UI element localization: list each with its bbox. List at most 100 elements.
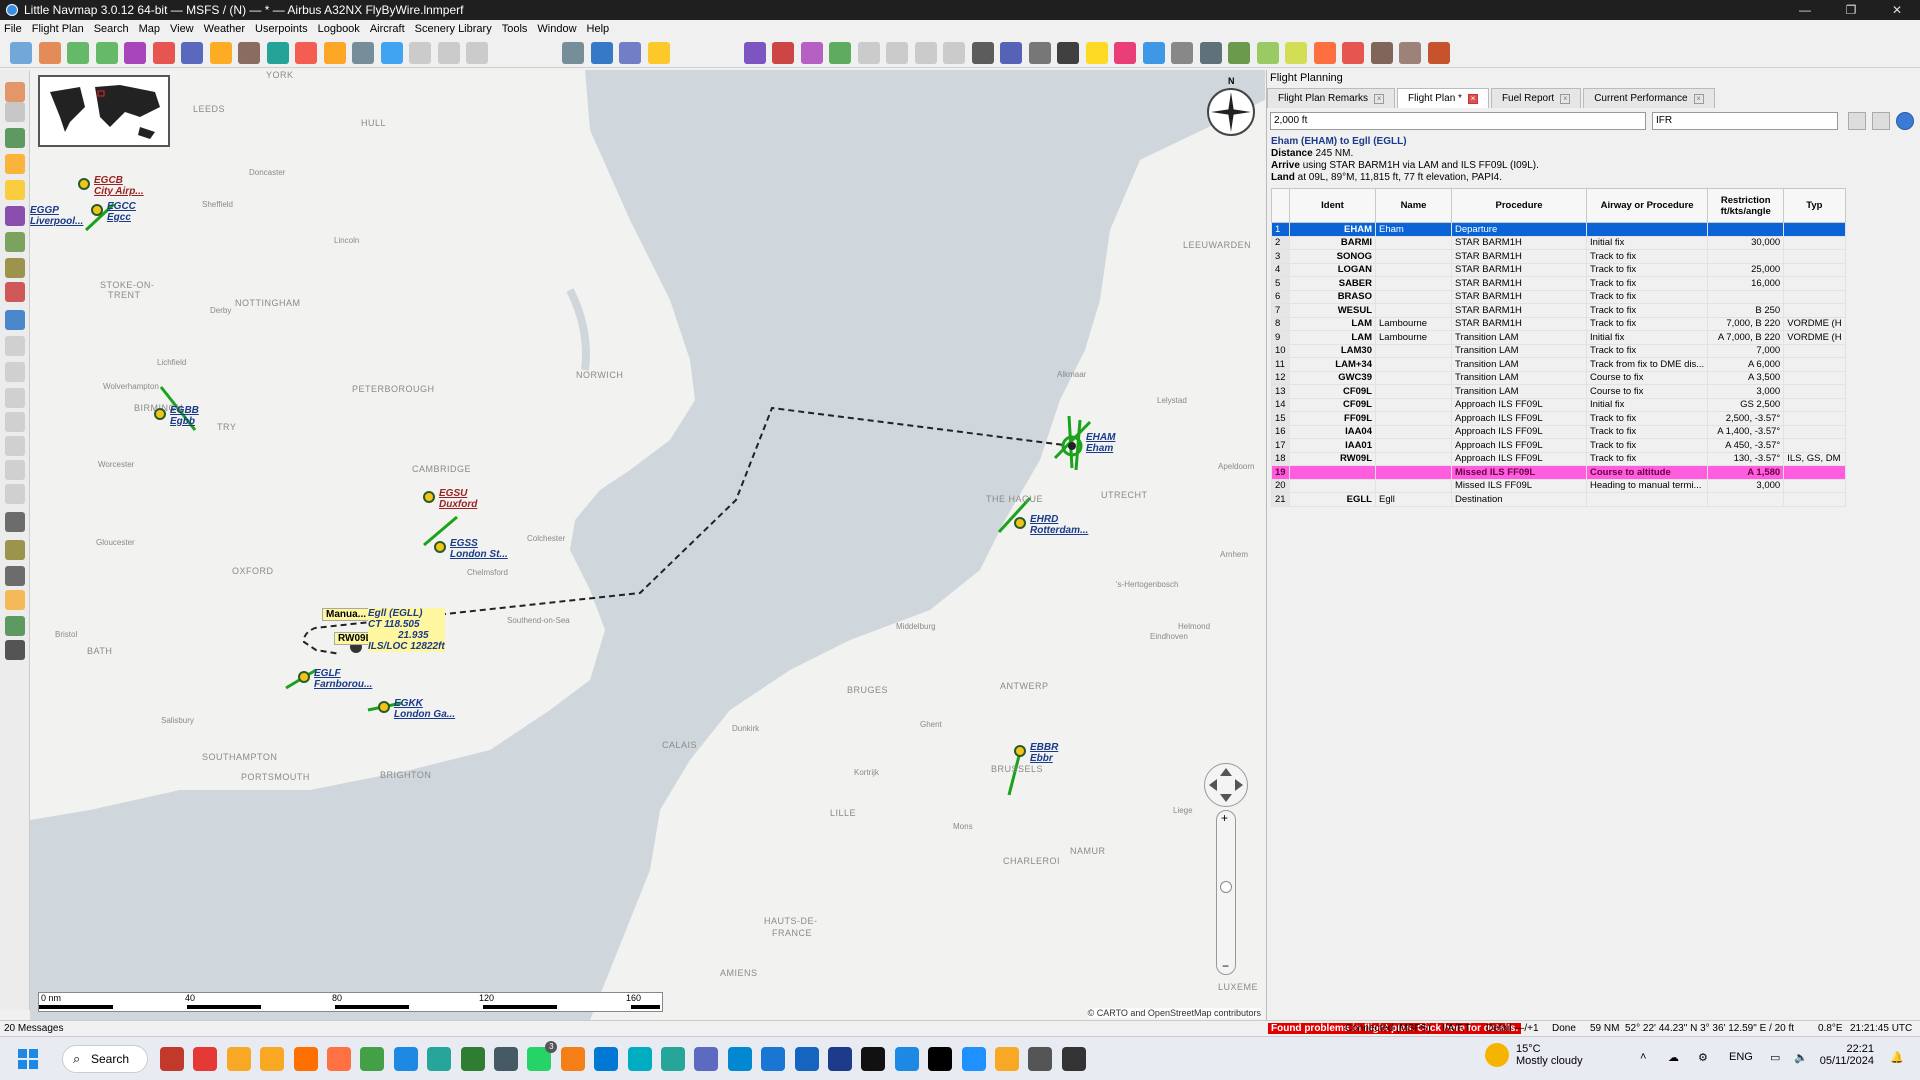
taskbar-app-14-icon[interactable] (594, 1047, 619, 1071)
toolbar-tool-33-icon[interactable] (1085, 42, 1108, 64)
home-icon[interactable] (152, 42, 175, 64)
flight-plan-row[interactable]: 9 LAM Lambourne Transition LAM Initial fix A … (1271, 330, 1846, 345)
taskbar-app-15-icon[interactable] (627, 1047, 652, 1071)
airport-label-egsu[interactable]: EGSU Duxford (439, 488, 477, 510)
airport-symbol-icon[interactable] (1014, 517, 1026, 529)
menu-logbook[interactable]: Logbook (318, 23, 360, 35)
flight-plan-row[interactable]: 16 IAA04 Approach ILS FF09L Track to fix A 1… (1271, 424, 1846, 439)
network-icon[interactable]: ▭ (1770, 1051, 1780, 1064)
close-button[interactable]: ✕ (1874, 0, 1920, 20)
taskbar-app-25-icon[interactable] (961, 1047, 986, 1071)
taskbar-app-5-icon[interactable] (293, 1047, 318, 1071)
sidebar-tool-14-icon[interactable] (5, 412, 25, 432)
gear-icon[interactable] (619, 42, 641, 64)
zoom-icon[interactable] (590, 42, 613, 64)
flight-plan-row[interactable]: 14 CF09L Approach ILS FF09L Initial fix GS 2… (1271, 397, 1846, 412)
taskbar-app-8-icon[interactable] (393, 1047, 418, 1071)
menu-map[interactable]: Map (139, 23, 160, 35)
menu-file[interactable]: File (4, 23, 22, 35)
taskbar-app-23-icon[interactable] (894, 1047, 919, 1071)
toolbar-tool-37-icon[interactable] (1199, 42, 1222, 64)
map-copyright[interactable]: © CARTO and OpenStreetMap contributors (1087, 1008, 1261, 1018)
taskbar-app-21-icon[interactable] (828, 1047, 852, 1071)
sidebar-tool-19-icon[interactable] (5, 540, 25, 560)
toolbar-tool-23-icon[interactable] (800, 42, 823, 64)
taskbar-app-26-icon[interactable] (995, 1047, 1019, 1071)
toolbar-tool-40-icon[interactable] (1285, 42, 1307, 64)
toolbar-tool-22-icon[interactable] (772, 42, 794, 64)
flight-plan-row[interactable]: 17 IAA01 Approach ILS FF09L Track to fix A 4… (1271, 438, 1846, 453)
reload-icon[interactable] (124, 42, 146, 64)
save-plan-icon[interactable] (67, 42, 89, 64)
toolbar-tool-28-icon[interactable] (943, 42, 965, 64)
taskbar-search[interactable]: ⌕ Search (62, 1045, 148, 1073)
tab-fuel-report[interactable]: Fuel Report × (1490, 88, 1582, 108)
messages-count[interactable]: 20 Messages (4, 1023, 63, 1034)
help-icon[interactable] (1896, 112, 1914, 130)
vor-icon[interactable] (266, 42, 289, 64)
toolbar-tool-42-icon[interactable] (1342, 42, 1364, 64)
sidebar-tool-8-icon[interactable] (5, 258, 25, 278)
menu-search[interactable]: Search (94, 23, 129, 35)
flight-plan-row[interactable]: 8 LAM Lambourne STAR BARM1H Track to fix 7,00… (1271, 316, 1846, 331)
toolbar-tool-25-icon[interactable] (857, 42, 880, 64)
maximize-button[interactable]: ❐ (1828, 0, 1874, 20)
globe-icon[interactable] (409, 42, 431, 64)
toolbar-tool-21-icon[interactable] (743, 42, 766, 64)
menu-help[interactable]: Help (587, 23, 610, 35)
taskbar-app-1-icon[interactable] (160, 1047, 184, 1071)
sidebar-tool-6-icon[interactable] (5, 206, 25, 226)
taskbar-app-7-icon[interactable] (360, 1047, 385, 1071)
menu-window[interactable]: Window (537, 23, 576, 35)
taskbar-app-2-icon[interactable] (193, 1047, 218, 1071)
toolbar-tool-35-icon[interactable] (1142, 42, 1165, 64)
menu-weather[interactable]: Weather (204, 23, 245, 35)
sidebar-tool-22-icon[interactable] (5, 616, 25, 636)
layers-icon[interactable] (437, 42, 460, 64)
sidebar-tool-13-icon[interactable] (5, 388, 25, 408)
flight-plan-row[interactable]: 10 LAM30 Transition LAM Track to fix 7,000 (1271, 343, 1846, 358)
sidebar-tool-5-icon[interactable] (5, 180, 25, 200)
tray-settings-icon[interactable]: ⚙ (1698, 1051, 1708, 1064)
zoom-handle[interactable] (1220, 881, 1232, 893)
column-header[interactable]: Typ (1783, 188, 1846, 223)
zoom-slider[interactable]: + − (1216, 810, 1236, 975)
toolbar-tool-45-icon[interactable] (1427, 42, 1450, 64)
airport-symbol-icon[interactable] (378, 701, 390, 713)
world-overview-map[interactable] (38, 75, 170, 147)
tab-close-icon[interactable]: × (1693, 93, 1704, 104)
toolbar-tool-43-icon[interactable] (1370, 42, 1393, 64)
toolbar-tool-32-icon[interactable] (1057, 42, 1079, 64)
cloud-icon[interactable]: ☁ (1668, 1051, 1679, 1064)
menu-tools[interactable]: Tools (502, 23, 528, 35)
flight-plan-row[interactable]: 15 FF09L Approach ILS FF09L Track to fix 2,5… (1271, 411, 1846, 426)
airport-label-ehrd[interactable]: EHRD Rotterdam... (1030, 514, 1088, 536)
taskbar-app-11-icon[interactable] (494, 1047, 518, 1071)
tab-close-icon[interactable]: × (1467, 93, 1478, 104)
sidebar-tool-15-icon[interactable] (5, 436, 25, 456)
export-icon[interactable] (1848, 112, 1866, 130)
airport-label-egbb[interactable]: EGBB Egbb (170, 405, 199, 427)
airport-label-ebbr[interactable]: EBBR Ebbr (1030, 742, 1058, 764)
flight-plan-row[interactable]: 2 BARMI STAR BARM1H Initial fix 30,000 (1271, 235, 1846, 250)
map-view[interactable]: YORK LEEDS HULL Doncaster Sheffield Lincoln ST… (30, 70, 1265, 1020)
settings-icon[interactable] (1872, 112, 1890, 130)
airways-icon[interactable] (238, 42, 260, 64)
column-header[interactable] (1271, 188, 1290, 223)
taskbar-app-4-icon[interactable] (260, 1047, 285, 1071)
toolbar-tool-39-icon[interactable] (1256, 42, 1279, 64)
sidebar-tool-18-icon[interactable] (5, 512, 25, 532)
taskbar-app-19-icon[interactable] (761, 1047, 786, 1071)
sidebar-tool-9-icon[interactable] (5, 282, 25, 302)
cruise-altitude-input[interactable]: 2,000 ft (1270, 112, 1646, 130)
taskbar-app-28-icon[interactable] (1061, 1047, 1086, 1071)
toolbar-tool-34-icon[interactable] (1114, 42, 1136, 64)
sidebar-tool-21-icon[interactable] (5, 590, 25, 610)
column-header[interactable]: Airway or Procedure (1585, 188, 1709, 223)
taskbar-app-22-icon[interactable] (861, 1047, 886, 1071)
flight-plan-row[interactable]: 20 Missed ILS FF09L Heading to manual term… (1271, 478, 1846, 493)
toolbar-tool-27-icon[interactable] (914, 42, 937, 64)
toolbar-tool-20-icon[interactable] (647, 42, 670, 64)
toolbar-tool-31-icon[interactable] (1028, 42, 1051, 64)
taskbar-app-17-icon[interactable] (694, 1047, 719, 1071)
